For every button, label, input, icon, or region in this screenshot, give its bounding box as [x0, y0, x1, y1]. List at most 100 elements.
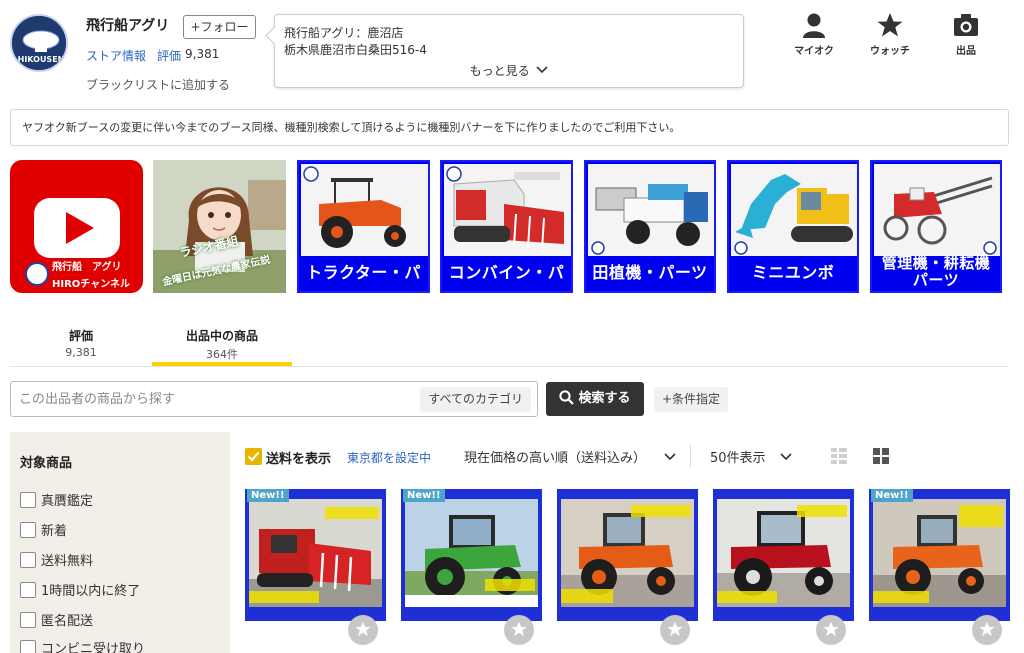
filter-authenticity[interactable]: 真贋鑑定: [20, 492, 93, 512]
star-icon: [667, 621, 683, 637]
filter-new[interactable]: 新着: [20, 522, 67, 542]
watchlist-label: ウォッチ: [870, 46, 910, 57]
product-card[interactable]: [557, 489, 698, 621]
watch-button[interactable]: [504, 615, 534, 645]
popup-store-branch: 飛行船アグリ：鹿沼店: [284, 26, 404, 40]
person-icon: [803, 13, 825, 38]
star-icon: [823, 621, 839, 637]
youtube-channel-banner[interactable]: 飛行船 アグリ HIROチャンネル: [10, 160, 143, 293]
add-to-blacklist-link[interactable]: ブラックリストに追加する: [86, 76, 230, 93]
rice-planter-photo: [588, 164, 714, 256]
product-card[interactable]: New!!: [401, 489, 542, 621]
tab-ratings-count: 9,381: [65, 346, 97, 359]
filter-label: 真贋鑑定: [41, 494, 94, 509]
rating-value: 9,381: [185, 47, 220, 61]
product-card[interactable]: [713, 489, 854, 621]
filter-label: コンビニ受け取り: [41, 642, 146, 653]
popup-store-address: 栃木県鹿沼市白桑田516-4: [284, 43, 427, 57]
search-button-label: 検索する: [578, 391, 631, 406]
show-shipping-checkbox[interactable]: [245, 448, 262, 465]
seller-search-box: すべてのカテゴリ: [10, 381, 538, 417]
search-button[interactable]: 検索する: [546, 382, 644, 416]
sort-select[interactable]: 現在価格の高い順（送料込み）: [464, 447, 676, 466]
filter-label: 匿名配送: [41, 614, 94, 629]
list-view-icon[interactable]: [831, 448, 847, 464]
search-icon: [559, 390, 575, 405]
product-card[interactable]: New!!: [245, 489, 386, 621]
watch-button[interactable]: [348, 615, 378, 645]
tractor-parts-banner[interactable]: トラクター・パーツ: [297, 160, 430, 293]
conditions-button[interactable]: +条件指定: [654, 387, 729, 412]
cultivator-banner-label: 管理機・耕耘機 パーツ: [872, 253, 1000, 291]
cultivator-icon: [874, 164, 1000, 256]
rice-planter-icon: [588, 164, 714, 256]
toolbar-divider: [690, 445, 691, 467]
combine-banner-label: コンバイン・パーツ: [448, 263, 565, 282]
watch-button[interactable]: [972, 615, 1002, 645]
tab-ratings[interactable]: 評価 9,381: [30, 327, 132, 367]
cultivator-photo: [874, 164, 1000, 256]
camera-icon: [954, 14, 978, 36]
product-photo-combine: [249, 499, 382, 607]
filter-free-shipping[interactable]: 送料無料: [20, 552, 93, 572]
new-badge: New!!: [871, 489, 913, 502]
product-photo-orange-tractor: [873, 499, 1006, 607]
youtube-banner-channel: HIROチャンネル: [52, 279, 130, 290]
mini-excavator-banner[interactable]: ミニユンボ: [727, 160, 859, 293]
product-card[interactable]: New!!: [869, 489, 1010, 621]
product-photo-green-tractor: [405, 499, 538, 607]
show-more-label: もっと見る: [469, 64, 530, 78]
radio-program-banner[interactable]: ラジオ番組 金曜日は元気な農家伝説: [153, 160, 286, 293]
youtube-banner-name: 飛行船 アグリ: [52, 262, 122, 273]
grid-view-icon[interactable]: [873, 448, 889, 464]
chevron-down-icon: [780, 453, 792, 461]
shipping-area-link[interactable]: 東京都を設定中: [347, 449, 431, 466]
product-photo-red-tractor: [717, 499, 850, 607]
checkbox[interactable]: [20, 612, 36, 628]
my-auction-button[interactable]: マイオク: [782, 12, 846, 57]
planter-banner-label: 田植機・パーツ: [592, 263, 708, 282]
filter-label: 1時間以内に終了: [41, 584, 141, 599]
tab-ratings-title: 評価: [68, 329, 93, 343]
show-more-button[interactable]: もっと見る: [275, 62, 743, 79]
watch-button[interactable]: [816, 615, 846, 645]
tab-listings[interactable]: 出品中の商品 364件: [152, 327, 292, 367]
excavator-icon: [731, 164, 857, 256]
checkbox[interactable]: [20, 552, 36, 568]
checkbox[interactable]: [20, 492, 36, 508]
show-shipping-label[interactable]: 送料を表示: [266, 448, 331, 467]
tab-listings-count: 364件: [206, 348, 238, 361]
checkbox[interactable]: [20, 522, 36, 538]
checkbox[interactable]: [20, 582, 36, 598]
follow-button[interactable]: +フォロー: [183, 15, 256, 39]
my-auction-label: マイオク: [794, 46, 834, 57]
sell-button[interactable]: 出品: [934, 12, 998, 57]
checkbox[interactable]: [20, 640, 36, 653]
youtube-play-icon: [25, 198, 120, 286]
rice-planter-parts-banner[interactable]: 田植機・パーツ: [584, 160, 716, 293]
filter-convenience-store[interactable]: コンビニ受け取り: [20, 640, 145, 653]
watchlist-button[interactable]: ウォッチ: [858, 12, 922, 57]
filter-anonymous-shipping[interactable]: 匿名配送: [20, 612, 93, 632]
svg-text:HIKOUSEN: HIKOUSEN: [18, 55, 65, 64]
seller-search-input[interactable]: [19, 389, 419, 409]
chevron-down-icon: [536, 66, 548, 74]
excavator-banner-label: ミニユンボ: [751, 263, 835, 282]
per-page-select[interactable]: 50件表示: [710, 447, 792, 466]
watch-button[interactable]: [660, 615, 690, 645]
filter-ending-soon[interactable]: 1時間以内に終了: [20, 582, 140, 602]
tractor-photo: [301, 164, 428, 256]
rating-link[interactable]: 評価: [157, 47, 181, 64]
store-logo[interactable]: HIKOUSEN: [10, 14, 68, 72]
store-header: HIKOUSEN 飛行船アグリ +フォロー ストア情報 評価 9,381 ブラッ…: [0, 0, 1024, 100]
combine-harvester-icon: [444, 164, 571, 256]
cultivator-parts-banner[interactable]: 管理機・耕耘機 パーツ: [870, 160, 1002, 293]
store-info-link[interactable]: ストア情報: [86, 47, 146, 64]
store-name[interactable]: 飛行船アグリ: [86, 15, 169, 35]
combine-photo: [444, 164, 571, 256]
star-icon: [877, 13, 903, 37]
sell-label: 出品: [956, 46, 976, 57]
combine-parts-banner[interactable]: コンバイン・パーツ: [440, 160, 573, 293]
check-icon: [247, 451, 260, 462]
category-select[interactable]: すべてのカテゴリ: [420, 387, 531, 412]
